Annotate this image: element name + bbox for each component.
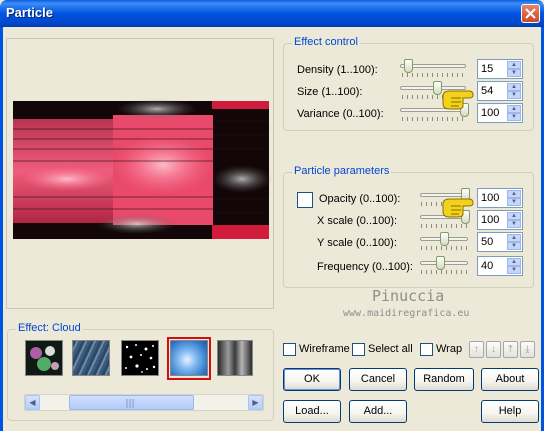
particle-parameters-legend: Particle parameters [292, 165, 392, 177]
spin-down-icon[interactable]: ▼ [507, 113, 521, 121]
spin-down-icon[interactable]: ▼ [507, 198, 521, 206]
size-spinner[interactable]: 54 ▲ ▼ [477, 81, 523, 101]
y-scale-slider-thumb[interactable] [440, 232, 449, 246]
move-bottom-button[interactable]: ⤓ [520, 341, 535, 358]
cancel-button[interactable]: Cancel [349, 368, 407, 391]
effect-gallery-legend: Effect: Cloud [16, 322, 83, 334]
spin-down-icon[interactable]: ▼ [507, 266, 521, 274]
arrow-up-icon: ↑ [474, 344, 479, 355]
arrow-to-bottom-icon: ⤓ [525, 344, 530, 355]
density-slider-ticks [402, 73, 464, 77]
about-button[interactable]: About [481, 368, 539, 391]
add-button[interactable]: Add... [349, 400, 407, 423]
spin-up-icon[interactable]: ▲ [507, 105, 521, 113]
close-button[interactable] [521, 4, 540, 23]
density-slider-thumb[interactable] [404, 59, 413, 73]
grip-icon [126, 399, 134, 408]
x-scale-spinner[interactable]: 100 ▲ ▼ [477, 210, 523, 230]
opacity-checkbox[interactable] [297, 192, 313, 208]
size-value[interactable]: 54 [481, 85, 493, 97]
spin-down-icon[interactable]: ▼ [507, 91, 521, 99]
stars-icon [125, 344, 156, 373]
frequency-label: Frequency (0..100): [317, 261, 413, 273]
opacity-value[interactable]: 100 [481, 192, 499, 204]
density-label: Density (1..100): [297, 64, 378, 76]
y-scale-value[interactable]: 50 [481, 236, 493, 248]
effect-gallery-scrollbar[interactable]: ◀ ▶ [24, 394, 264, 411]
spin-up-icon[interactable]: ▲ [507, 61, 521, 69]
move-up-button[interactable]: ↑ [469, 341, 484, 358]
preview-pane [6, 38, 274, 309]
opacity-label: Opacity (0..100): [319, 193, 401, 205]
opacity-spinner[interactable]: 100 ▲ ▼ [477, 188, 523, 208]
x-scale-slider-ticks [421, 224, 467, 228]
help-button[interactable]: Help [481, 400, 539, 423]
pointing-hand-icon [442, 90, 474, 110]
effect-control-legend: Effect control [292, 36, 360, 48]
effect-thumb-bubbles[interactable] [25, 340, 63, 376]
close-icon [525, 8, 536, 19]
spin-up-icon[interactable]: ▲ [507, 83, 521, 91]
variance-spinner[interactable]: 100 ▲ ▼ [477, 103, 523, 123]
wrap-checkbox[interactable] [420, 343, 433, 356]
spin-up-icon[interactable]: ▲ [507, 234, 521, 242]
wrap-label[interactable]: Wrap [436, 343, 462, 355]
variance-slider-ticks [402, 117, 464, 121]
watermark-url: www.maidiregrafica.eu [343, 308, 470, 319]
y-scale-label: Y scale (0..100): [317, 237, 397, 249]
scroll-right-icon[interactable]: ▶ [248, 395, 263, 410]
move-top-button[interactable]: ⤒ [503, 341, 518, 358]
spin-up-icon[interactable]: ▲ [507, 258, 521, 266]
spin-down-icon[interactable]: ▼ [507, 69, 521, 77]
select-all-checkbox[interactable] [352, 343, 365, 356]
x-scale-label: X scale (0..100): [317, 215, 398, 227]
spin-up-icon[interactable]: ▲ [507, 190, 521, 198]
frequency-slider-thumb[interactable] [436, 256, 445, 270]
y-scale-spinner[interactable]: 50 ▲ ▼ [477, 232, 523, 252]
ok-button[interactable]: OK [283, 368, 341, 391]
scrollbar-thumb[interactable] [69, 395, 194, 410]
preview-image [13, 99, 272, 239]
effect-thumb-smoke[interactable] [217, 340, 253, 376]
frequency-spinner[interactable]: 40 ▲ ▼ [477, 256, 523, 276]
density-spinner[interactable]: 15 ▲ ▼ [477, 59, 523, 79]
effect-thumb-water[interactable] [72, 340, 110, 376]
move-down-button[interactable]: ↓ [486, 341, 501, 358]
title-bar[interactable]: Particle [0, 0, 544, 27]
variance-label: Variance (0..100): [297, 108, 384, 120]
arrow-down-icon: ↓ [491, 344, 496, 355]
select-all-label[interactable]: Select all [368, 343, 413, 355]
effect-thumb-stars[interactable] [121, 340, 159, 376]
size-label: Size (1..100): [297, 86, 363, 98]
random-button[interactable]: Random [414, 368, 474, 391]
frequency-value[interactable]: 40 [481, 260, 493, 272]
effect-thumb-cloud[interactable] [170, 340, 208, 376]
watermark-name: Pinuccia [372, 287, 445, 305]
x-scale-value[interactable]: 100 [481, 214, 499, 226]
arrow-to-top-icon: ⤒ [508, 344, 513, 355]
spin-down-icon[interactable]: ▼ [507, 220, 521, 228]
wireframe-label[interactable]: Wireframe [299, 343, 350, 355]
y-scale-slider-ticks [421, 246, 467, 250]
wireframe-checkbox[interactable] [283, 343, 296, 356]
spin-down-icon[interactable]: ▼ [507, 242, 521, 250]
density-value[interactable]: 15 [481, 63, 493, 75]
bubbles-icon [30, 346, 59, 371]
variance-value[interactable]: 100 [481, 107, 499, 119]
pointing-hand-icon [442, 198, 474, 218]
load-button[interactable]: Load... [283, 400, 341, 423]
scroll-left-icon[interactable]: ◀ [25, 395, 40, 410]
spin-up-icon[interactable]: ▲ [507, 212, 521, 220]
window-title: Particle [6, 5, 53, 20]
frequency-slider-ticks [421, 270, 467, 274]
